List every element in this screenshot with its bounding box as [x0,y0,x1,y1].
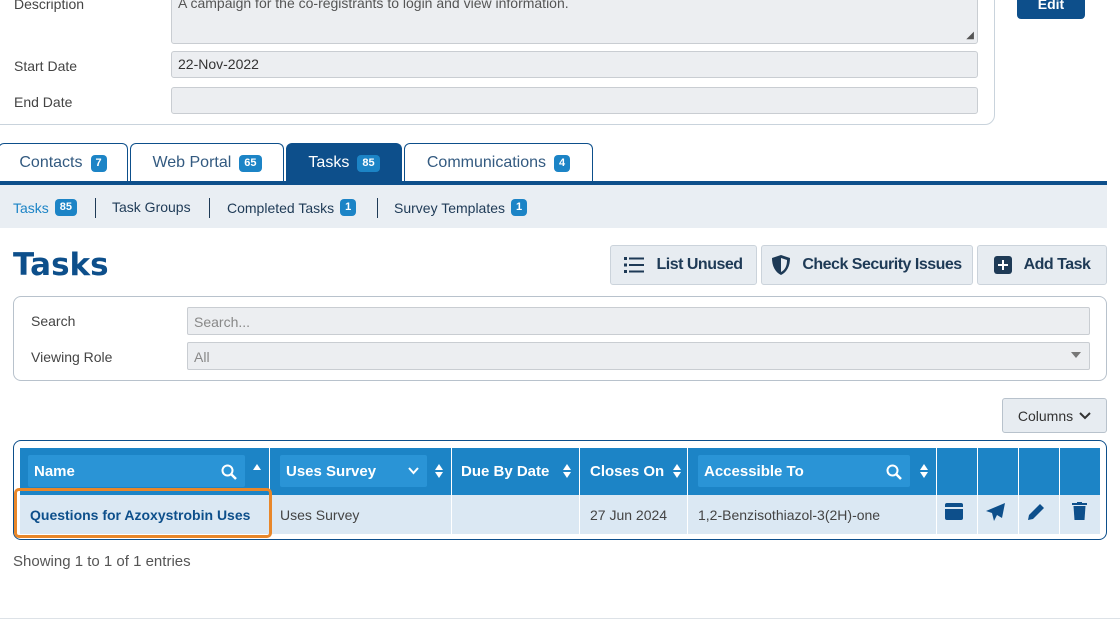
count-badge: 85 [54,199,78,216]
tab-contacts[interactable]: Contacts 7 [0,143,128,182]
subtab-label: Completed Tasks [227,199,335,216]
cell-uses-survey: Uses Survey [270,495,452,534]
page-title: Tasks [13,247,109,283]
showing-entries-text: Showing 1 to 1 of 1 entries [13,553,191,570]
sort-icon[interactable] [673,464,681,480]
start-date-field[interactable]: 22-Nov-2022 [171,51,978,78]
add-task-button[interactable]: Add Task [977,245,1107,285]
tab-label: Tasks [308,154,350,171]
tab-label: Contacts [19,154,83,171]
column-header-action [978,448,1019,495]
column-title: Uses Survey [286,462,377,480]
shield-icon [772,255,791,275]
cell-accessible-to: 1,2-Benzisothiazol-3(2H)-one [688,495,937,534]
subtab-survey-templates[interactable]: Survey Templates 1 [394,199,528,216]
button-label: List Unused [656,256,743,273]
tab-tasks[interactable]: Tasks 85 [286,143,402,182]
plus-square-icon [993,256,1012,274]
column-filter[interactable]: Name [28,455,245,487]
divider [209,198,210,218]
count-badge: 1 [340,199,357,216]
divider [95,198,96,218]
count-badge: 65 [239,154,262,172]
sort-icon[interactable] [435,464,443,480]
column-title: Due By Date [461,463,550,480]
subtab-task-groups[interactable]: Task Groups [112,199,191,215]
list-unused-button[interactable]: List Unused [610,245,757,285]
search-icon [886,464,902,480]
check-security-issues-button[interactable]: Check Security Issues [761,245,973,285]
end-date-label: End Date [14,94,73,110]
highlight-box [14,488,272,538]
subtab-completed-tasks[interactable]: Completed Tasks 1 [227,199,357,216]
edit-button[interactable]: Edit [1017,0,1085,19]
cell-due-by-date [452,495,580,534]
start-date-label: Start Date [14,58,78,74]
column-header-due-by-date[interactable]: Due By Date [452,448,580,495]
tab-label: Web Portal [152,154,232,171]
subtab-tasks[interactable]: Tasks 85 [13,199,78,216]
sort-icon[interactable] [920,464,928,480]
columns-button[interactable]: Columns [1002,398,1107,433]
tab-web-portal[interactable]: Web Portal 65 [130,143,284,182]
end-date-field[interactable] [171,87,978,114]
chevron-down-icon [408,467,419,475]
button-label: Add Task [1023,256,1091,273]
divider [0,618,1120,619]
trash-icon[interactable] [1072,502,1087,520]
count-badge: 85 [357,154,380,172]
search-label: Search [31,313,76,329]
tab-communications[interactable]: Communications 4 [404,143,593,182]
caret-down-icon [1071,352,1081,358]
list-icon [624,257,645,273]
sort-icon[interactable] [563,464,571,480]
column-header-closes-on[interactable]: Closes On [580,448,688,495]
send-icon[interactable] [986,503,1005,521]
column-header-accessible-to[interactable]: Accessible To [688,448,937,495]
subtab-label: Task Groups [112,199,191,215]
card-icon[interactable] [945,503,963,520]
chevron-down-icon [1079,411,1091,419]
description-label: Description [14,0,85,12]
pencil-icon[interactable] [1027,503,1045,521]
sort-asc-icon[interactable] [253,464,261,480]
select-value: All [194,349,210,365]
search-icon [221,464,237,480]
cell-closes-on: 27 Jun 2024 [580,495,688,534]
description-field[interactable]: A campaign for the co-registrants to log… [171,0,978,44]
tab-label: Communications [426,154,547,171]
viewing-role-select[interactable]: All [187,342,1090,370]
subtab-label: Survey Templates [394,199,506,216]
column-header-action [937,448,978,495]
button-label: Columns [1017,407,1074,424]
subtab-label: Tasks [13,199,49,216]
divider [377,198,378,218]
search-input[interactable]: Search... [187,307,1090,335]
column-filter[interactable]: Accessible To [698,455,910,487]
count-badge: 1 [511,199,528,216]
button-label: Check Security Issues [802,256,962,273]
column-header-action [1019,448,1060,495]
resize-grip-icon[interactable]: ◢ [966,30,974,41]
column-title: Name [34,462,75,480]
column-title: Closes On [590,463,665,480]
viewing-role-label: Viewing Role [31,349,113,365]
column-header-uses-survey[interactable]: Uses Survey [270,448,452,495]
description-value: A campaign for the co-registrants to log… [178,0,569,11]
column-header-action [1060,448,1100,495]
count-badge: 4 [554,154,571,172]
column-title: Accessible To [704,462,804,480]
column-filter[interactable]: Uses Survey [280,455,427,487]
count-badge: 7 [90,154,107,172]
